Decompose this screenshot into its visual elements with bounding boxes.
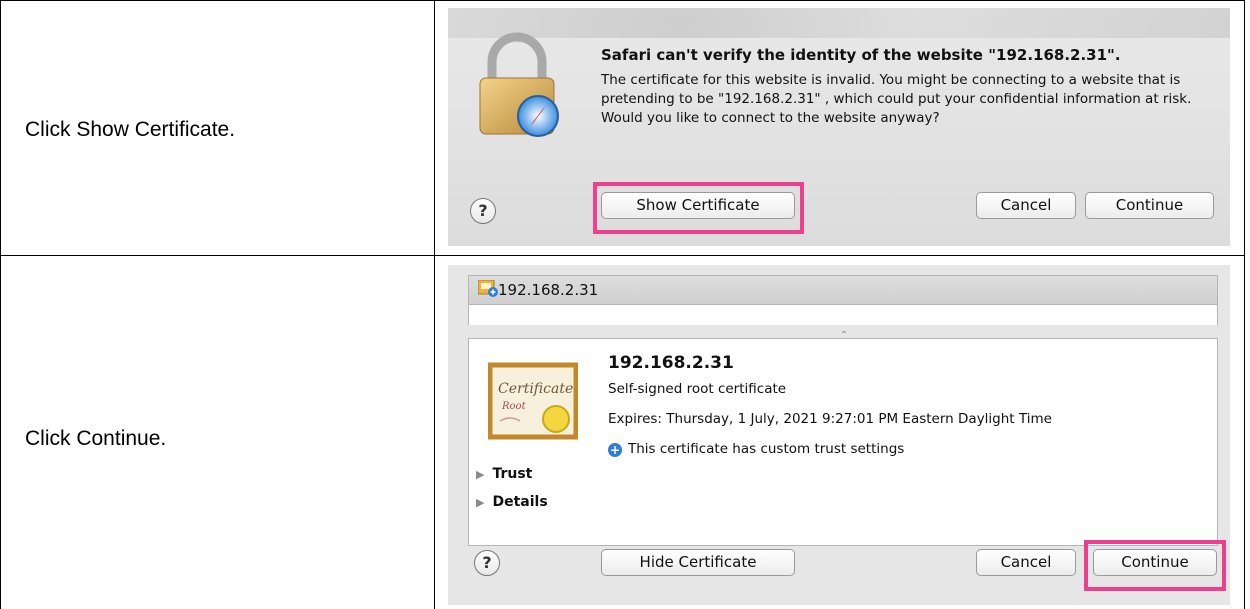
step-1-instruction: Click Show Certificate.	[25, 118, 236, 141]
help-button[interactable]: ?	[474, 550, 500, 576]
svg-text:Root: Root	[501, 401, 527, 412]
dialog-message: The certificate for this website is inva…	[601, 72, 1192, 126]
certificate-expiry: Expires: Thursday, 1 July, 2021 9:27:01 …	[608, 411, 1052, 427]
details-label: Details	[492, 494, 548, 510]
certificate-small-icon	[478, 280, 498, 297]
disclosure-triangle-icon: ▶	[476, 468, 485, 481]
dialog-title: Safari can't verify the identity of the …	[601, 46, 1121, 64]
certificate-name: 192.168.2.31	[608, 353, 734, 373]
hide-certificate-button[interactable]: Hide Certificate	[601, 549, 795, 576]
info-plus-icon: +	[608, 443, 622, 457]
certificate-type: Self-signed root certificate	[608, 381, 787, 397]
certificate-list-row	[468, 305, 1218, 325]
cancel-button[interactable]: Cancel	[976, 192, 1076, 219]
step-2-instruction: Click Continue.	[25, 427, 167, 450]
certificate-details-dialog: 192.168.2.31 ⌃ Certificate Root 192.168.…	[448, 265, 1230, 605]
certificate-icon: Certificate Root	[488, 362, 578, 440]
table-border-top	[0, 0, 1245, 1]
details-disclosure[interactable]: ▶ Details	[476, 494, 548, 510]
trust-disclosure[interactable]: ▶ Trust	[476, 466, 532, 482]
svg-text:Certificate: Certificate	[498, 381, 573, 397]
table-border-middle	[434, 0, 435, 609]
table-border-row-divider	[0, 255, 1245, 256]
certificate-list-host[interactable]: 192.168.2.31	[498, 281, 598, 299]
instruction-table: Click Show Certificate. Safari can't ver…	[0, 0, 1250, 609]
table-border-right	[1244, 0, 1245, 609]
show-certificate-button[interactable]: Show Certificate	[601, 192, 795, 219]
padlock-safari-icon	[479, 32, 559, 137]
cancel-button[interactable]: Cancel	[976, 549, 1076, 576]
disclosure-triangle-icon: ▶	[476, 496, 485, 509]
continue-button[interactable]: Continue	[1085, 192, 1214, 219]
help-button[interactable]: ?	[470, 198, 496, 224]
continue-button[interactable]: Continue	[1093, 549, 1217, 576]
table-border-left	[0, 0, 1, 609]
trust-label: Trust	[492, 466, 533, 482]
custom-trust-note: This certificate has custom trust settin…	[628, 441, 905, 457]
background-strip	[448, 8, 1230, 38]
untrusted-certificate-dialog: Safari can't verify the identity of the …	[448, 8, 1230, 246]
